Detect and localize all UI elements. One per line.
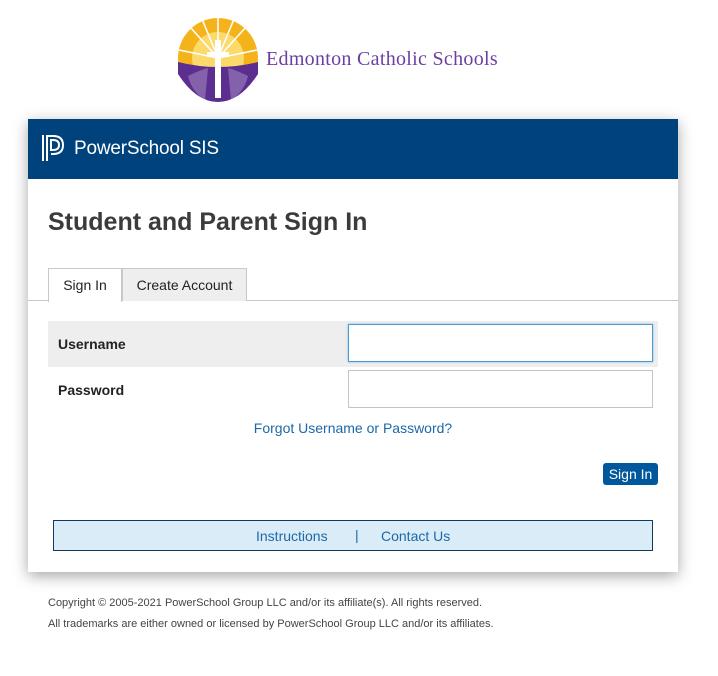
username-label: Username (58, 336, 126, 352)
link-separator: | (355, 527, 359, 543)
instructions-link[interactable]: Instructions (256, 528, 328, 544)
school-name: Edmonton Catholic Schools (266, 48, 498, 70)
powerschool-logo-icon (42, 135, 65, 161)
sign-in-card: PowerSchool SIS Student and Parent Sign … (28, 119, 678, 572)
username-input[interactable] (348, 324, 653, 362)
page-title: Student and Parent Sign In (48, 208, 368, 236)
banner: PowerSchool SIS (28, 119, 678, 179)
sign-in-button[interactable]: Sign In (603, 463, 658, 485)
tab-create-account[interactable]: Create Account (122, 268, 247, 301)
tab-sign-in[interactable]: Sign In (48, 268, 122, 302)
forgot-credentials-link[interactable]: Forgot Username or Password? (28, 420, 678, 436)
trademark-text: All trademarks are either owned or licen… (48, 618, 494, 630)
contact-us-link[interactable]: Contact Us (381, 528, 450, 544)
username-row: Username (48, 321, 658, 367)
password-input[interactable] (348, 370, 653, 408)
password-label: Password (58, 382, 125, 398)
password-row: Password (48, 367, 658, 413)
sunburst-cross-logo-icon (178, 17, 258, 102)
help-links-bar: Instructions | Contact Us (53, 520, 653, 551)
brand-name: PowerSchool SIS (74, 138, 219, 159)
copyright-text: Copyright © 2005-2021 PowerSchool Group … (48, 597, 483, 609)
school-logo: Edmonton Catholic Schools (178, 14, 548, 104)
